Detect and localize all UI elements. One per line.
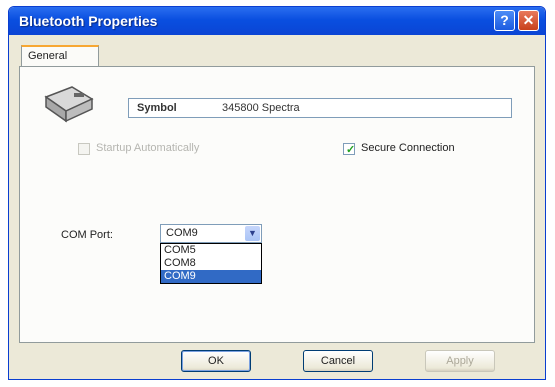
secure-connection-checkbox[interactable]: ✓ <box>343 143 356 156</box>
cancel-button[interactable]: Cancel <box>303 350 373 372</box>
com-port-option-com5[interactable]: COM5 <box>161 244 261 257</box>
help-button[interactable]: ? <box>494 10 515 31</box>
bluetooth-properties-window: Bluetooth Properties ? ✕ General Symbol … <box>8 6 546 380</box>
device-name-model: 345800 Spectra <box>222 102 300 114</box>
startup-automatically-label: Startup Automatically <box>96 142 200 154</box>
secure-connection-label: Secure Connection <box>361 142 455 154</box>
window-title: Bluetooth Properties <box>19 13 158 29</box>
com-port-value: COM9 <box>166 227 198 239</box>
apply-button[interactable]: Apply <box>425 350 495 372</box>
checkmark-icon: ✓ <box>346 144 356 156</box>
com-port-select[interactable]: COM9 ▼ <box>160 224 262 243</box>
startup-automatically-checkbox[interactable] <box>78 143 90 155</box>
com-port-option-com9[interactable]: COM9 <box>161 270 261 283</box>
device-name-field[interactable]: Symbol 345800 Spectra <box>128 98 512 118</box>
general-panel: Symbol 345800 Spectra Startup Automatica… <box>19 66 535 343</box>
title-bar[interactable]: Bluetooth Properties ? ✕ <box>9 7 545 35</box>
com-port-option-com8[interactable]: COM8 <box>161 257 261 270</box>
device-icon <box>44 86 94 123</box>
tab-general[interactable]: General <box>21 45 99 67</box>
com-port-dropdown-list: COM5 COM8 COM9 <box>160 243 262 284</box>
ok-button[interactable]: OK <box>181 350 251 372</box>
close-button[interactable]: ✕ <box>518 10 539 31</box>
device-name-brand: Symbol <box>137 102 177 114</box>
chevron-down-icon[interactable]: ▼ <box>245 226 260 241</box>
com-port-label: COM Port: <box>61 229 113 241</box>
